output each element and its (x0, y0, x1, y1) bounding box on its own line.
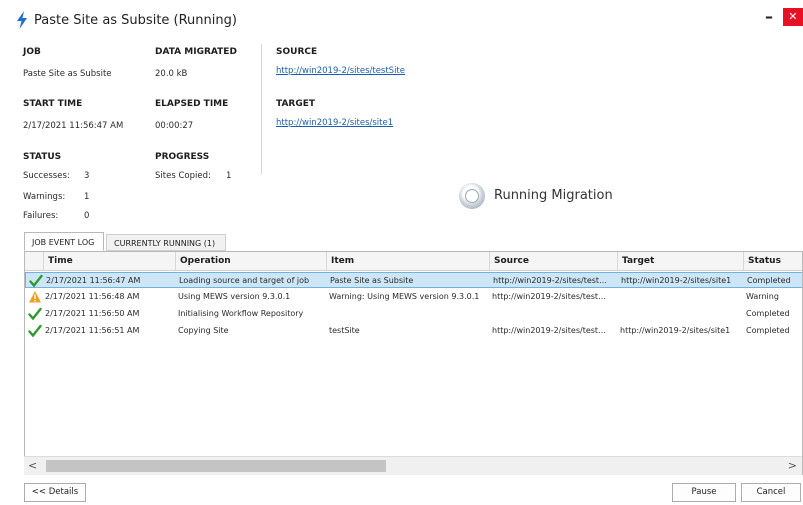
failures-label: Failures: (23, 211, 59, 221)
success-check-icon (28, 307, 42, 321)
data-migrated-label: DATA MIGRATED (155, 47, 237, 57)
cell-source: http://win2019-2/sites/test… (492, 326, 607, 335)
table-row[interactable]: 2/17/2021 11:56:47 AM Loading source and … (25, 272, 802, 288)
cell-item: Warning: Using MEWS version 9.3.0.1 (329, 292, 480, 301)
target-label: TARGET (276, 99, 316, 109)
scroll-right-arrow[interactable]: > (788, 459, 797, 472)
cell-operation: Using MEWS version 9.3.0.1 (178, 292, 291, 301)
warnings-value: 1 (84, 192, 90, 202)
cell-status: Warning (746, 292, 779, 301)
details-button[interactable]: << Details (24, 483, 86, 502)
column-header-status[interactable]: Status (743, 252, 802, 270)
summary-divider (261, 44, 262, 174)
tab-currently-running[interactable]: CURRENTLY RUNNING (1) (106, 234, 226, 251)
cell-operation: Copying Site (178, 326, 229, 335)
start-time-value: 2/17/2021 11:56:47 AM (23, 121, 124, 131)
cell-operation: Initialising Workflow Repository (178, 309, 304, 318)
job-label: JOB (23, 47, 41, 57)
cell-item: Paste Site as Subsite (330, 276, 414, 285)
cell-item (329, 306, 489, 322)
data-migrated-value: 20.0 kB (155, 69, 188, 79)
sites-copied-label: Sites Copied: (155, 171, 211, 181)
column-header-time[interactable]: Time (43, 252, 175, 270)
spinner-icon (459, 183, 485, 209)
cell-target: http://win2019-2/sites/site1 (621, 276, 732, 285)
job-value: Paste Site as Subsite (23, 69, 112, 79)
failures-value: 0 (84, 211, 90, 221)
status-label: STATUS (23, 152, 62, 162)
cell-target (620, 289, 743, 305)
successes-value: 3 (84, 171, 90, 181)
success-check-icon (29, 274, 43, 288)
elapsed-time-label: ELAPSED TIME (155, 99, 229, 109)
window-title: Paste Site as Subsite (Running) (34, 13, 237, 28)
close-button[interactable]: ✕ (783, 8, 803, 26)
grid-header: Time Operation Item Source Target Status (25, 252, 802, 271)
cell-time: 2/17/2021 11:56:51 AM (45, 326, 140, 335)
cell-item: testSite (329, 326, 360, 335)
minimize-button[interactable]: – (761, 8, 777, 26)
cell-target: http://win2019-2/sites/site1 (620, 326, 731, 335)
scroll-left-arrow[interactable]: < (28, 459, 37, 472)
warnings-label: Warnings: (23, 192, 66, 202)
event-log-grid: Time Operation Item Source Target Status… (24, 251, 803, 475)
cell-status: Completed (747, 276, 791, 285)
horizontal-scrollbar[interactable]: < > (24, 456, 802, 475)
pause-button[interactable]: Pause (672, 483, 736, 502)
table-row[interactable]: 2/17/2021 11:56:51 AM Copying Site testSit… (25, 323, 802, 339)
column-header-target[interactable]: Target (617, 252, 743, 270)
column-header-item[interactable]: Item (326, 252, 489, 270)
cell-source: http://win2019-2/sites/test… (493, 276, 608, 285)
cell-source (492, 306, 617, 322)
start-time-label: START TIME (23, 99, 83, 109)
elapsed-time-value: 00:00:27 (155, 121, 194, 131)
progress-label: PROGRESS (155, 152, 210, 162)
cell-time: 2/17/2021 11:56:48 AM (45, 292, 140, 301)
source-link[interactable]: http://win2019-2/sites/testSite (276, 66, 405, 76)
lightning-icon (17, 11, 27, 29)
successes-label: Successes: (23, 171, 70, 181)
running-status-text: Running Migration (494, 188, 613, 203)
cancel-button[interactable]: Cancel (741, 483, 801, 502)
source-label: SOURCE (276, 47, 318, 57)
cell-status: Completed (746, 326, 790, 335)
column-header-operation[interactable]: Operation (175, 252, 326, 270)
table-row[interactable]: 2/17/2021 11:56:48 AM Using MEWS version … (25, 289, 802, 305)
cell-source: http://win2019-2/sites/test… (492, 292, 607, 301)
cell-time: 2/17/2021 11:56:47 AM (46, 276, 141, 285)
sites-copied-value: 1 (226, 171, 232, 181)
target-link[interactable]: http://win2019-2/sites/site1 (276, 118, 393, 128)
table-row[interactable]: 2/17/2021 11:56:50 AM Initialising Workfl… (25, 306, 802, 322)
title-bar: Paste Site as Subsite (Running) – ✕ (0, 0, 803, 40)
warning-triangle-icon (29, 291, 41, 303)
column-header-source[interactable]: Source (489, 252, 617, 270)
scrollbar-thumb[interactable] (46, 460, 386, 472)
cell-time: 2/17/2021 11:56:50 AM (45, 309, 140, 318)
cell-status: Completed (746, 309, 790, 318)
cell-operation: Loading source and target of job (179, 276, 310, 285)
tab-job-event-log[interactable]: JOB EVENT LOG (24, 232, 104, 251)
cell-target (620, 306, 743, 322)
success-check-icon (28, 324, 42, 338)
